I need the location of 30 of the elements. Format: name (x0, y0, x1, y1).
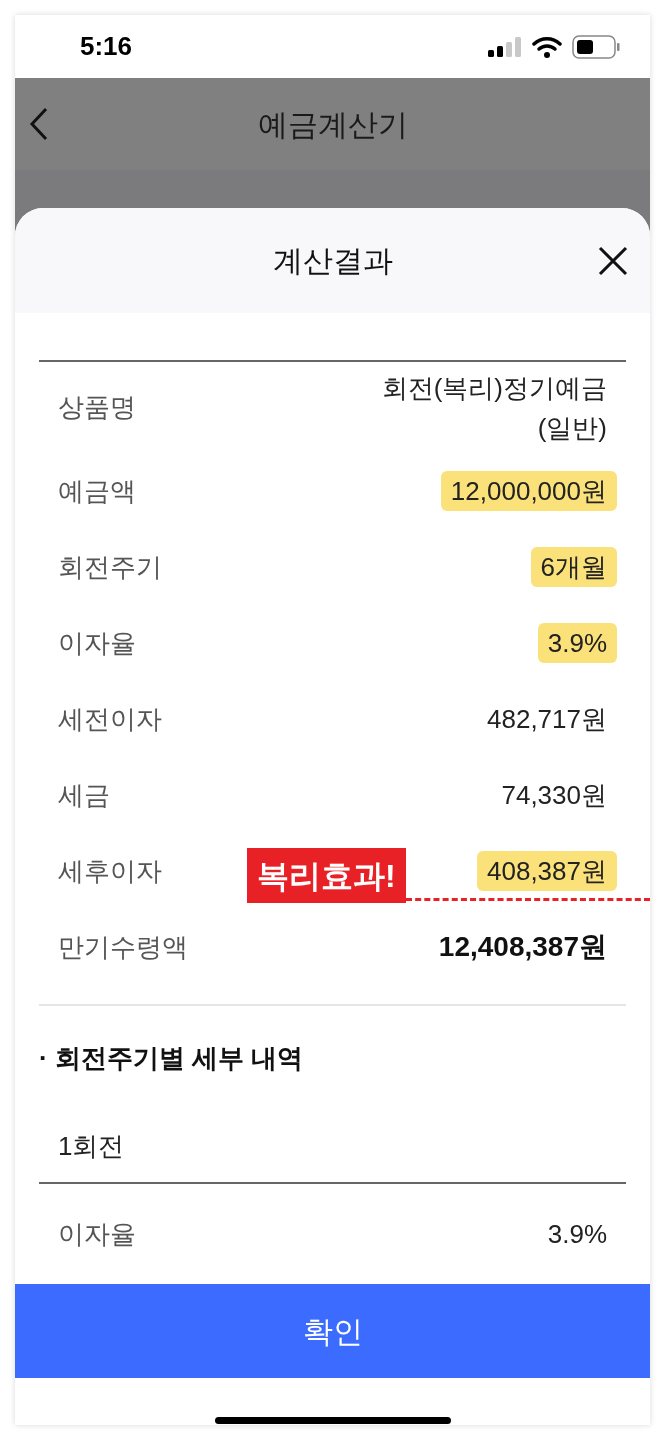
row-label: 이자율 (58, 1218, 136, 1250)
close-icon[interactable] (598, 245, 628, 276)
row-label: 회전주기 (58, 550, 162, 584)
row-label: 세금 (58, 778, 110, 812)
signal-icon (488, 36, 522, 57)
row-label: 상품명 (58, 391, 136, 424)
confirm-button[interactable]: 확인 (15, 1284, 650, 1378)
row-value: 12,000,000원 (440, 471, 617, 511)
round-label: 1회전 (58, 1129, 125, 1163)
row-value: 3.9% (537, 623, 617, 663)
row-value: 3.9% (547, 1218, 607, 1250)
row-value: 408,387원 (477, 851, 617, 891)
row-value: 회전(복리)정기예금 (일반) (381, 371, 607, 445)
status-time: 5:16 (80, 30, 133, 63)
back-icon[interactable] (29, 107, 49, 141)
nav-title: 예금계산기 (257, 106, 408, 143)
row-label: 이자율 (58, 626, 136, 660)
row-value: 6개월 (530, 547, 617, 587)
row-label: 만기수령액 (58, 930, 188, 964)
row-value: 74,330원 (501, 779, 607, 812)
row-value: 482,717원 (487, 703, 607, 736)
sheet-title: 계산결과 (272, 243, 393, 279)
section-title: · 회전주기별 세부 내역 (39, 1043, 304, 1073)
annotation-label: 복리효과! (247, 848, 406, 903)
battery-icon (572, 34, 620, 59)
row-label: 예금액 (58, 474, 136, 508)
row-label: 세후이자 (58, 854, 162, 888)
row-value: 12,408,387원 (438, 930, 607, 964)
wifi-icon (532, 35, 562, 58)
row-label: 세전이자 (58, 702, 162, 736)
